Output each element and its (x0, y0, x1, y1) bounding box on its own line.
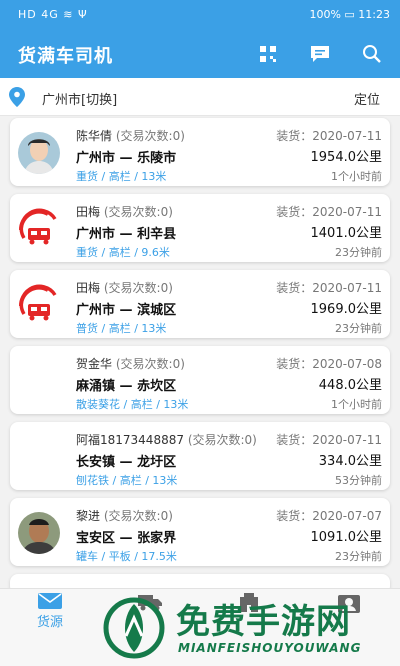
cargo-card[interactable]: 黎进 (交易次数:0) 宝安区 — 张家界 罐车 / 平板 / 17.5米 装货… (10, 498, 390, 566)
route-from: 广州市 (76, 303, 116, 318)
distance: 1954.0公里 (310, 150, 383, 165)
cargo-card[interactable]: 贺金华 (交易次数:0) 麻涌镇 — 赤坎区 散装葵花 / 高栏 / 13米 装… (10, 346, 390, 414)
trade-count: (交易次数:0) (103, 281, 173, 295)
qr-scan-icon[interactable] (256, 42, 280, 66)
posted-time: 1个小时前 (331, 398, 382, 411)
route-to: 乐陵市 (137, 151, 177, 166)
distance: 1401.0公里 (310, 226, 383, 241)
status-bar: HD 4G ≋ Ψ 100% ▭ 11:23 (0, 0, 400, 30)
route-separator: — (119, 379, 133, 394)
driver-name: 黎进 (76, 509, 101, 523)
truck-logo-avatar (18, 284, 60, 326)
posted-time: 1个小时前 (331, 170, 382, 183)
load-date: 装货：2020-07-11 (276, 205, 382, 219)
cargo-card[interactable]: 陈华倩 (交易次数:0) 广州市 — 乐陵市 重货 / 高栏 / 13米 装货：… (10, 118, 390, 186)
avatar (18, 512, 60, 554)
load-date: 装货：2020-07-11 (276, 433, 382, 447)
route-from: 广州市 (76, 227, 116, 242)
app-title: 货满车司机 (18, 46, 113, 67)
cargo-card[interactable]: 阿福18173448887 (交易次数:0) 长安镇 — 龙圩区 刨花铁 / 高… (10, 422, 390, 490)
message-icon[interactable] (308, 42, 332, 66)
watermark-logo-icon (102, 596, 166, 664)
app-header: 货满车司机 (0, 30, 400, 78)
driver-name: 贺金华 (76, 357, 113, 371)
distance: 1969.0公里 (310, 302, 383, 317)
trade-count: (交易次数:0) (115, 129, 185, 143)
trade-count: (交易次数:0) (187, 433, 257, 447)
load-date: 装货：2020-07-07 (276, 509, 382, 523)
trade-count: (交易次数:0) (103, 205, 173, 219)
route-to: 滨城区 (137, 303, 177, 318)
city-switch[interactable]: 广州市[切换] (42, 89, 117, 108)
load-date: 装货：2020-07-11 (276, 129, 382, 143)
cargo-tags: 刨花铁 / 高栏 / 13米 (76, 474, 178, 487)
load-date: 装货：2020-07-11 (276, 281, 382, 295)
route-separator: — (119, 455, 133, 470)
route-from: 长安镇 (76, 455, 116, 470)
distance: 334.0公里 (318, 454, 382, 469)
search-icon[interactable] (360, 42, 384, 66)
driver-name: 陈华倩 (76, 129, 113, 143)
route-separator: — (119, 227, 133, 242)
cargo-tags: 散装葵花 / 高栏 / 13米 (76, 398, 189, 411)
location-bar: 广州市[切换] 定位 (0, 78, 400, 116)
avatar (18, 132, 60, 174)
status-left: HD 4G ≋ Ψ (18, 8, 88, 21)
trade-count: (交易次数:0) (103, 509, 173, 523)
cargo-tags: 罐车 / 平板 / 17.5米 (76, 550, 177, 563)
cargo-card[interactable]: 田梅 (交易次数:0) 广州市 — 滨城区 普货 / 高栏 / 13米 装货：2… (10, 270, 390, 338)
load-date: 装货：2020-07-08 (276, 357, 382, 371)
posted-time: 23分钟前 (335, 246, 382, 259)
route-to: 利辛县 (137, 227, 177, 242)
watermark-subtitle: MIANFEISHOUYOUWANG (178, 641, 362, 655)
route-from: 麻涌镇 (76, 379, 116, 394)
watermark-title: 免费手游网 (176, 602, 351, 642)
watermark: 免费手游网 MIANFEISHOUYOUWANG (98, 594, 400, 664)
tab-cargo-source[interactable]: 货源 (10, 589, 90, 659)
driver-name: 田梅 (76, 281, 101, 295)
posted-time: 53分钟前 (335, 474, 382, 487)
status-right: 100% ▭ 11:23 (309, 8, 390, 21)
trade-count: (交易次数:0) (115, 357, 185, 371)
route-from: 广州市 (76, 151, 116, 166)
cargo-card[interactable]: 田梅 (交易次数:0) 广州市 — 利辛县 重货 / 高栏 / 9.6米 装货：… (10, 194, 390, 262)
route-separator: — (119, 303, 133, 318)
posted-time: 23分钟前 (335, 322, 382, 335)
truck-logo-avatar (18, 208, 60, 250)
posted-time: 23分钟前 (335, 550, 382, 563)
distance: 448.0公里 (318, 378, 382, 393)
location-pin-icon (9, 87, 25, 111)
route-to: 张家界 (137, 531, 177, 546)
driver-name: 田梅 (76, 205, 101, 219)
mail-icon (38, 593, 62, 613)
tab-label: 货源 (36, 615, 63, 630)
route-from: 宝安区 (76, 531, 116, 546)
cargo-tags: 重货 / 高栏 / 13米 (76, 170, 167, 183)
route-separator: — (119, 531, 133, 546)
cargo-tags: 普货 / 高栏 / 13米 (76, 322, 167, 335)
route-separator: — (119, 151, 133, 166)
route-to: 龙圩区 (137, 455, 177, 470)
cargo-tags: 重货 / 高栏 / 9.6米 (76, 246, 170, 259)
locate-button[interactable]: 定位 (354, 89, 380, 108)
driver-name: 阿福18173448887 (76, 433, 184, 447)
route-to: 赤坎区 (137, 379, 177, 394)
distance: 1091.0公里 (310, 530, 383, 545)
